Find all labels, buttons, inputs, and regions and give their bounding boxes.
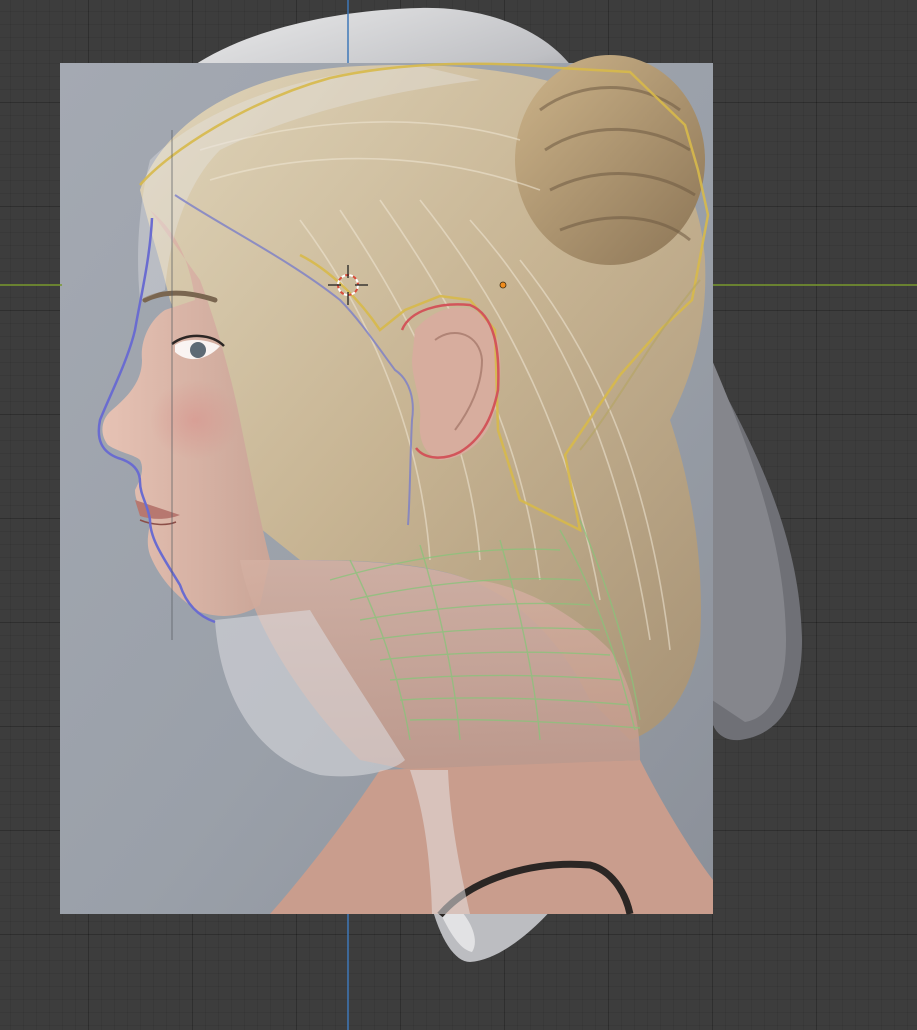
viewport-scene[interactable] <box>0 0 917 1030</box>
object-origin-icon[interactable] <box>499 281 507 289</box>
3d-viewport[interactable] <box>0 0 917 1030</box>
reference-image-plane[interactable] <box>60 55 713 918</box>
